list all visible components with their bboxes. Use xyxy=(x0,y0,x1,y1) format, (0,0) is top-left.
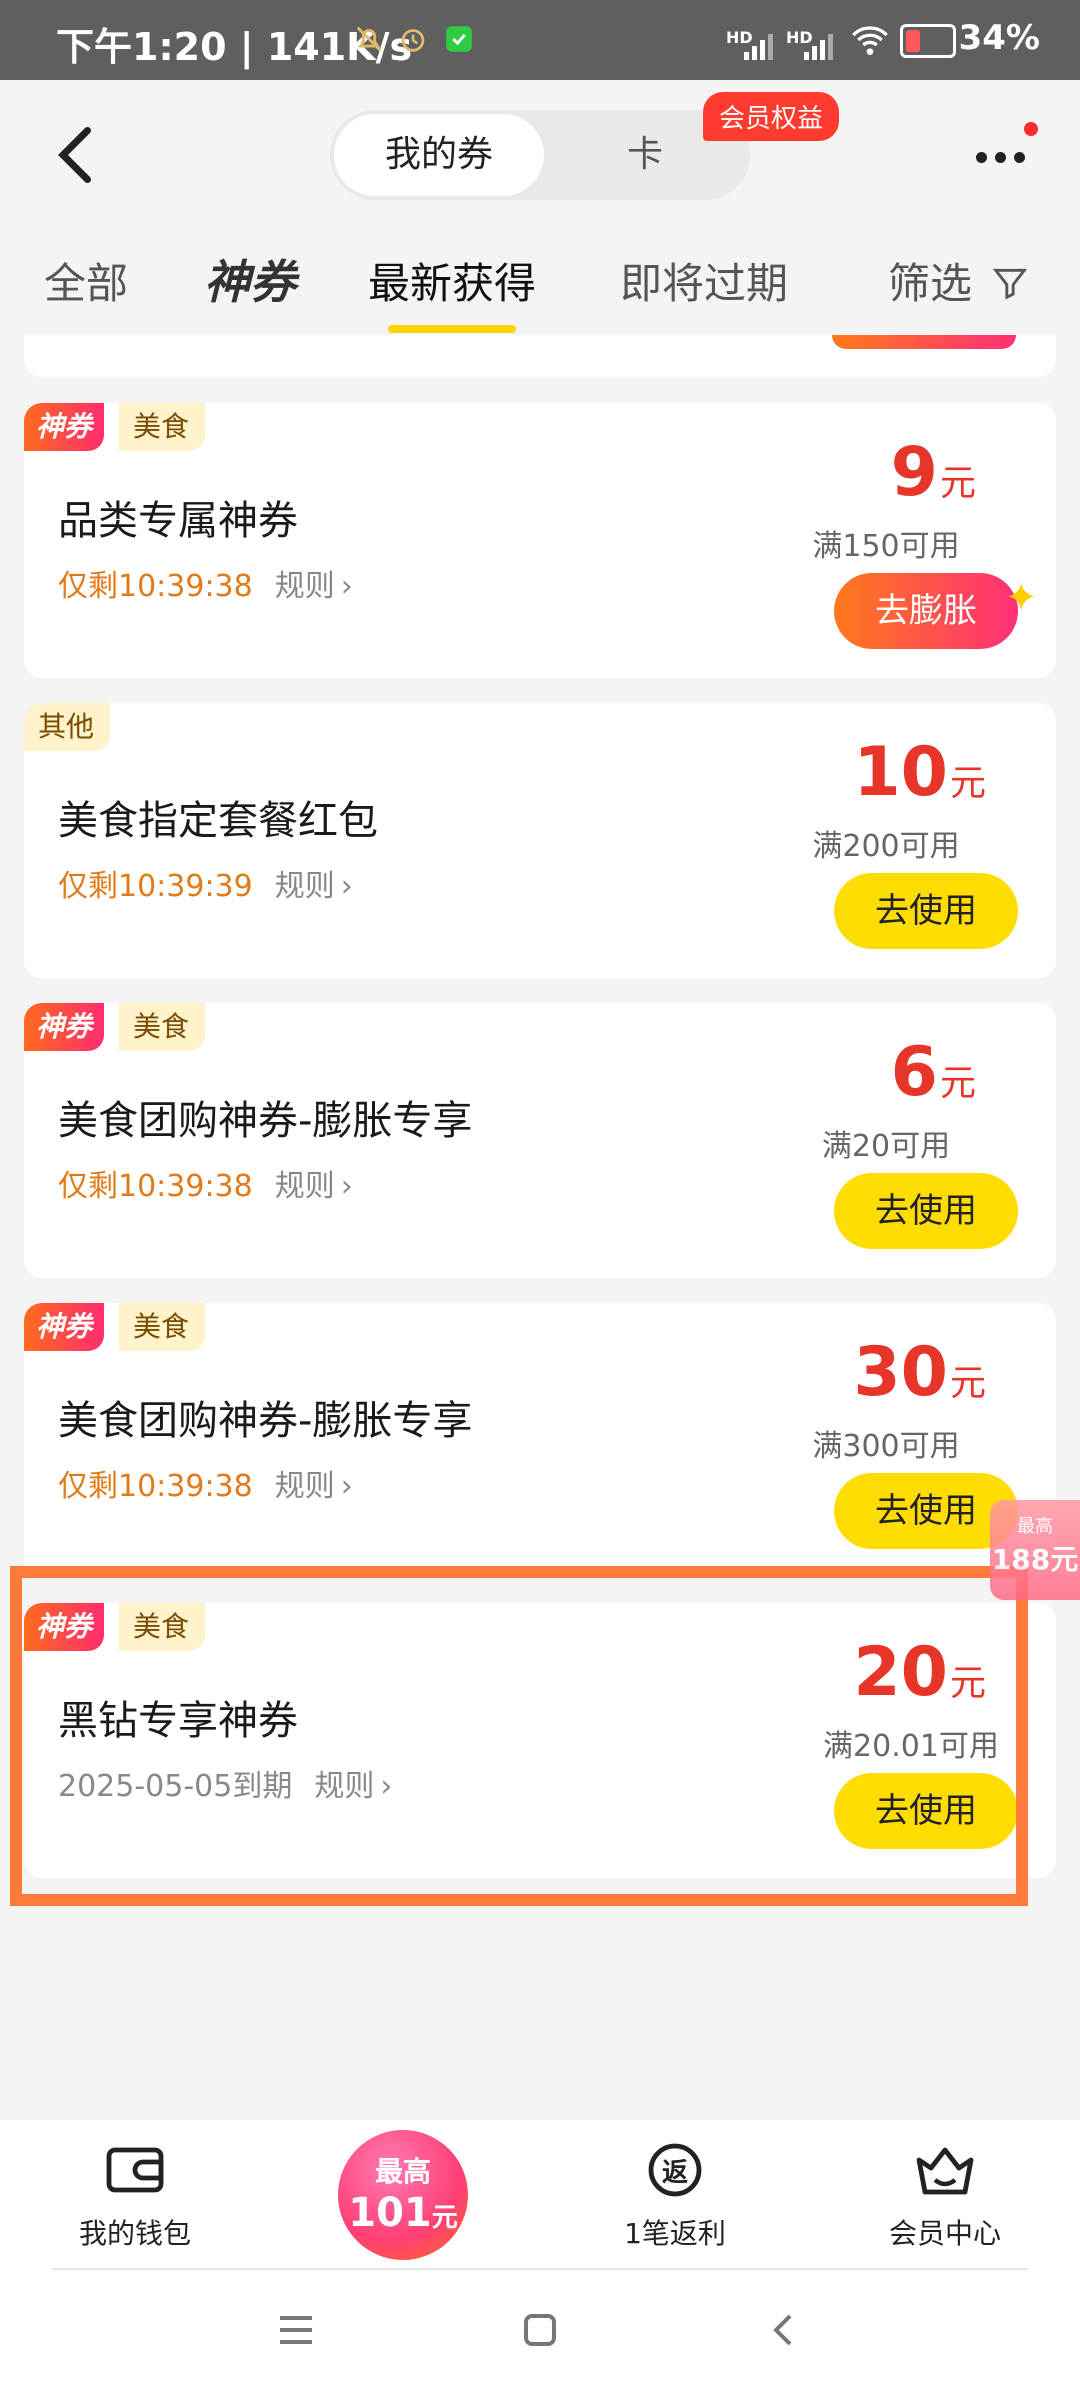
coupon-card[interactable]: 神券 美食 品类专属神券 仅剩10:39:38 规则 › 9元 满150可用 去膨胀… xyxy=(24,403,1056,678)
back-arrow-icon[interactable] xyxy=(42,120,112,190)
max-reward-label: 最高 xyxy=(374,2155,431,2188)
nav-wallet[interactable]: 我的钱包 xyxy=(35,2140,235,2252)
bell-muted-icon xyxy=(356,26,382,52)
status-bar: 下午1:20 | 141K/s HD HD 34% xyxy=(0,0,1080,80)
time-remaining: 仅剩10:39:38 xyxy=(58,1169,253,1204)
header: 我的券 卡 会员权益 全部 神券 最新获得 即将过期 筛选 xyxy=(0,80,1080,335)
chevron-right-icon: › xyxy=(340,569,353,604)
max-reward-unit: 元 xyxy=(431,2203,458,2233)
category-tag: 其他 xyxy=(24,703,111,751)
sparkle-icon: ✦ xyxy=(1004,575,1038,621)
time-remaining: 仅剩10:39:38 xyxy=(58,569,253,604)
nav-wallet-label: 我的钱包 xyxy=(78,2217,191,2250)
coupon-subline: 仅剩10:39:38 规则 › xyxy=(58,561,353,605)
amount-unit: 元 xyxy=(939,1063,976,1104)
chevron-right-icon: › xyxy=(340,869,353,904)
system-back-icon[interactable] xyxy=(764,2310,804,2350)
chevron-right-icon: › xyxy=(340,1169,353,1204)
member-benefits-badge[interactable]: 会员权益 xyxy=(703,92,840,141)
filter-tabs: 全部 神券 最新获得 即将过期 筛选 xyxy=(0,240,1080,335)
coupon-subline: 仅剩10:39:39 规则 › xyxy=(58,861,353,905)
time-remaining: 仅剩10:39:39 xyxy=(58,869,253,904)
rule-link[interactable]: 规则 xyxy=(275,1469,335,1504)
max-reward-value-row: 101元 xyxy=(338,2190,468,2236)
alarm-icon xyxy=(401,29,425,52)
tab-all[interactable]: 全部 xyxy=(44,250,128,311)
segment-control: 我的券 卡 xyxy=(330,110,750,200)
coupon-card[interactable]: 神券 美食 美食团购神券-膨胀专享 仅剩10:39:38 规则 › 6元 满20可用… xyxy=(24,1003,1056,1278)
home-icon[interactable] xyxy=(520,2310,560,2350)
menu-icon[interactable] xyxy=(276,2310,316,2350)
coupon-amount: 6元 xyxy=(891,1033,976,1112)
segment-my-coupons[interactable]: 我的券 xyxy=(334,114,544,196)
nav-rebate[interactable]: 返 1笔返利 xyxy=(575,2140,775,2252)
partial-coupon-card xyxy=(24,335,1056,377)
time-remaining: 仅剩10:39:38 xyxy=(58,1469,253,1504)
crown-basket-icon xyxy=(916,2147,974,2195)
usage-condition: 满200可用 xyxy=(812,829,960,864)
amount-value: 9 xyxy=(890,433,938,512)
wifi-icon xyxy=(852,26,888,55)
tab-shenquan[interactable]: 神券 xyxy=(204,246,296,312)
filter-icon xyxy=(993,268,1028,300)
coupon-card[interactable]: 其他 美食指定套餐红包 仅剩10:39:39 规则 › 10元 满200可用 去使用 xyxy=(24,703,1056,978)
coupon-subline: 仅剩10:39:38 规则 › xyxy=(58,1461,353,1505)
highlight-box xyxy=(10,1566,1028,1906)
nav-member-center[interactable]: 会员中心 xyxy=(845,2140,1045,2252)
coupon-subline: 仅剩10:39:38 规则 › xyxy=(58,1161,353,1205)
category-tag: 美食 xyxy=(119,403,206,451)
signal-icon-1 xyxy=(744,30,778,60)
amount-value: 10 xyxy=(853,733,948,812)
use-button[interactable]: 去使用 xyxy=(834,873,1018,949)
floating-badge-value: 188元 xyxy=(991,1543,1079,1576)
tab-expiring[interactable]: 即将过期 xyxy=(620,250,788,311)
shenquan-tag: 神券 xyxy=(24,1003,105,1051)
rule-link[interactable]: 规则 xyxy=(275,1169,335,1204)
amount-unit: 元 xyxy=(949,763,986,804)
max-reward-badge[interactable]: 最高 101元 xyxy=(338,2130,468,2260)
max-reward-value: 101 xyxy=(348,2190,432,2236)
expand-button[interactable]: 去膨胀 xyxy=(834,573,1018,649)
app-notification-icon xyxy=(446,26,472,52)
coupon-card[interactable]: 神券 美食 美食团购神券-膨胀专享 仅剩10:39:38 规则 › 30元 满300… xyxy=(24,1303,1056,1578)
chevron-right-icon: › xyxy=(340,1469,353,1504)
coupon-amount: 30元 xyxy=(853,1333,986,1412)
floating-badge-top: 最高 xyxy=(1017,1516,1053,1537)
coupon-title: 美食指定套餐红包 xyxy=(58,798,378,844)
nav-rebate-label: 1笔返利 xyxy=(624,2217,726,2250)
coupon-amount: 9元 xyxy=(891,433,976,512)
shenquan-tag: 神券 xyxy=(24,403,105,451)
floating-reward-badge[interactable]: 最高 188元 xyxy=(990,1500,1080,1600)
bottom-nav: 我的钱包 返 1笔返利 会员中心 xyxy=(0,2120,1080,2270)
coupon-title: 品类专属神券 xyxy=(58,498,298,544)
system-nav-bar xyxy=(0,2270,1080,2400)
usage-condition: 满300可用 xyxy=(812,1429,960,1464)
coupon-title: 美食团购神券-膨胀专享 xyxy=(58,1398,473,1444)
category-tag: 美食 xyxy=(119,1003,206,1051)
coupon-title: 美食团购神券-膨胀专享 xyxy=(58,1098,473,1144)
tab-filter[interactable]: 筛选 xyxy=(888,250,1029,311)
more-menu-icon[interactable] xyxy=(976,122,1038,172)
battery-icon xyxy=(900,24,956,58)
amount-unit: 元 xyxy=(939,463,976,504)
tab-newest[interactable]: 最新获得 xyxy=(368,250,536,333)
shenquan-tag: 神券 xyxy=(24,1303,105,1351)
battery-percent: 34% xyxy=(958,18,1040,58)
rule-link[interactable]: 规则 xyxy=(275,869,335,904)
nav-member-label: 会员中心 xyxy=(888,2217,1001,2250)
tab-filter-label: 筛选 xyxy=(888,259,973,308)
category-tag: 美食 xyxy=(119,1303,206,1351)
usage-condition: 满150可用 xyxy=(812,529,960,564)
usage-condition: 满20可用 xyxy=(821,1129,951,1164)
notification-dot xyxy=(1024,122,1038,136)
amount-value: 6 xyxy=(890,1033,938,1112)
rule-link[interactable]: 规则 xyxy=(275,569,335,604)
use-button[interactable]: 去使用 xyxy=(834,1173,1018,1249)
coupon-amount: 10元 xyxy=(853,733,986,812)
signal-icon-2 xyxy=(804,30,838,60)
rebate-icon-text: 返 xyxy=(661,2158,688,2188)
amount-value: 30 xyxy=(853,1333,948,1412)
wallet-icon xyxy=(106,2147,164,2193)
amount-unit: 元 xyxy=(949,1363,986,1404)
